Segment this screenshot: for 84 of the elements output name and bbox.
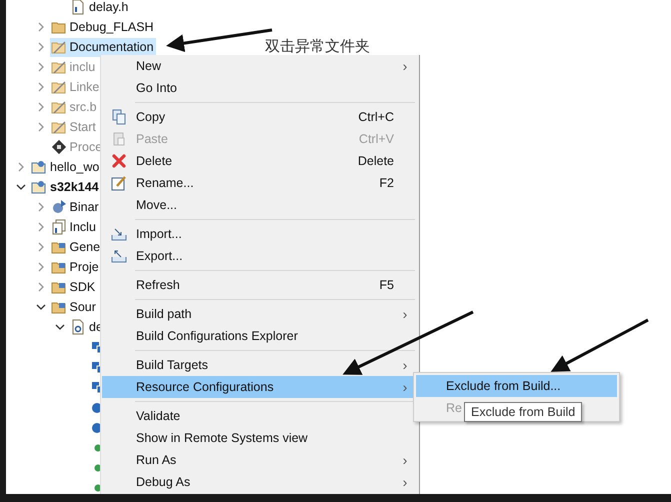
tree-item-label: Sour: [70, 300, 96, 314]
project-folder-icon: [31, 179, 47, 195]
collapsed-chevron-icon[interactable]: [36, 222, 46, 232]
menu-item[interactable]: Copy Ctrl+C: [102, 106, 416, 128]
tree-item-label: SDK: [70, 280, 96, 294]
tree-item[interactable]: Binar: [50, 198, 101, 216]
expanded-chevron-icon[interactable]: [55, 322, 65, 332]
collapsed-chevron-icon[interactable]: [36, 282, 46, 292]
tree-item[interactable]: s32k144: [30, 178, 101, 196]
tree-item[interactable]: Documentation: [50, 38, 156, 56]
tree-item-label: Gene: [70, 240, 100, 254]
tree-item[interactable]: SDK: [50, 278, 98, 296]
shortcut-label: Delete: [358, 154, 394, 168]
export-icon: [111, 248, 127, 264]
rename-icon: [111, 175, 127, 191]
tree-item[interactable]: Debug_FLASH: [50, 18, 156, 36]
tree-item[interactable]: Gene: [50, 238, 102, 256]
submenu-arrow: ›: [402, 306, 408, 322]
shortcut-label: Ctrl+C: [358, 110, 394, 124]
tree-item-label: Debug_FLASH: [70, 20, 154, 34]
menu-item[interactable]: Build Targets ›: [102, 354, 416, 376]
excluded-folder-icon: [50, 59, 66, 75]
collapsed-chevron-icon[interactable]: [36, 42, 46, 52]
menu-item[interactable]: Build path ›: [102, 303, 416, 325]
expanded-chevron-icon[interactable]: [16, 182, 26, 192]
collapsed-chevron-icon[interactable]: [36, 262, 46, 272]
tree-item-label: Inclu: [70, 220, 96, 234]
copy-icon: [111, 109, 127, 125]
menu-item[interactable]: Move...: [102, 194, 416, 216]
c-file-icon: [70, 319, 86, 335]
shortcut-label: F5: [379, 278, 394, 292]
shortcut-label: Ctrl+V: [358, 132, 394, 146]
menu-item[interactable]: Run As ›: [102, 449, 416, 471]
tree-item-label: Binar: [70, 200, 99, 214]
expanded-chevron-icon[interactable]: [36, 302, 46, 312]
tree-item-label: Start: [70, 120, 96, 134]
excluded-folder-icon: [50, 119, 66, 135]
menu-item[interactable]: Refresh F5: [102, 274, 416, 296]
tree-item[interactable]: hello_wo: [30, 158, 102, 176]
excluded-folder-icon: [50, 79, 66, 95]
submenu-arrow: ›: [402, 58, 408, 74]
project-folder-icon: [31, 159, 47, 175]
menu-item[interactable]: Validate: [102, 405, 416, 427]
annotation-text: 双击异常文件夹: [265, 37, 370, 56]
import-icon: [111, 226, 127, 242]
tree-item[interactable]: Proje: [50, 258, 101, 276]
menu-item[interactable]: Go Into: [102, 77, 416, 99]
shortcut-label: F2: [379, 176, 394, 190]
menu-item[interactable]: Resource Configurations ›: [102, 376, 416, 398]
menu-item[interactable]: Import...: [102, 223, 416, 245]
delete-icon: [111, 153, 127, 169]
submenu-arrow: ›: [402, 379, 408, 395]
tree-item-label: hello_wo: [50, 160, 100, 174]
tree-item[interactable]: Sour: [50, 298, 98, 316]
collapsed-chevron-icon[interactable]: [36, 22, 46, 32]
submenu-arrow: ›: [402, 357, 408, 373]
menu-item[interactable]: Show in Remote Systems view: [102, 427, 416, 449]
collapsed-chevron-icon[interactable]: [36, 202, 46, 212]
tree-item-label: Linke: [70, 80, 100, 94]
menu-item[interactable]: Export...: [102, 245, 416, 267]
tooltip: Exclude from Build: [464, 402, 582, 422]
tree-item-label: s32k144: [50, 180, 99, 194]
tree-item[interactable]: Inclu: [50, 218, 98, 236]
tree-item-label: Documentation: [70, 40, 154, 54]
menu-item[interactable]: Build Configurations Explorer: [102, 325, 416, 347]
submenu-arrow: ›: [402, 474, 408, 490]
tree-item-label: src.b: [70, 100, 97, 114]
collapsed-chevron-icon[interactable]: [16, 162, 26, 172]
tree-item[interactable]: delay.h: [69, 0, 130, 16]
tree-item-label: inclu: [70, 60, 96, 74]
excluded-folder-icon: [50, 39, 66, 55]
tree-item-label: delay.h: [89, 0, 128, 14]
excluded-folder-icon: [50, 99, 66, 115]
menu-item[interactable]: Debug As ›: [102, 471, 416, 493]
binaries-icon: [50, 199, 66, 215]
menu-item[interactable]: Rename... F2: [102, 172, 416, 194]
submenu-arrow: ›: [402, 452, 408, 468]
menu-item[interactable]: Exclude from Build...: [416, 375, 617, 397]
collapsed-chevron-icon[interactable]: [36, 242, 46, 252]
paste-icon: [111, 131, 127, 147]
includes-icon: [50, 219, 66, 235]
menu-item[interactable]: Delete Delete: [102, 150, 416, 172]
menu-item[interactable]: New ›: [102, 55, 416, 77]
tree-item-label: Proje: [70, 260, 99, 274]
